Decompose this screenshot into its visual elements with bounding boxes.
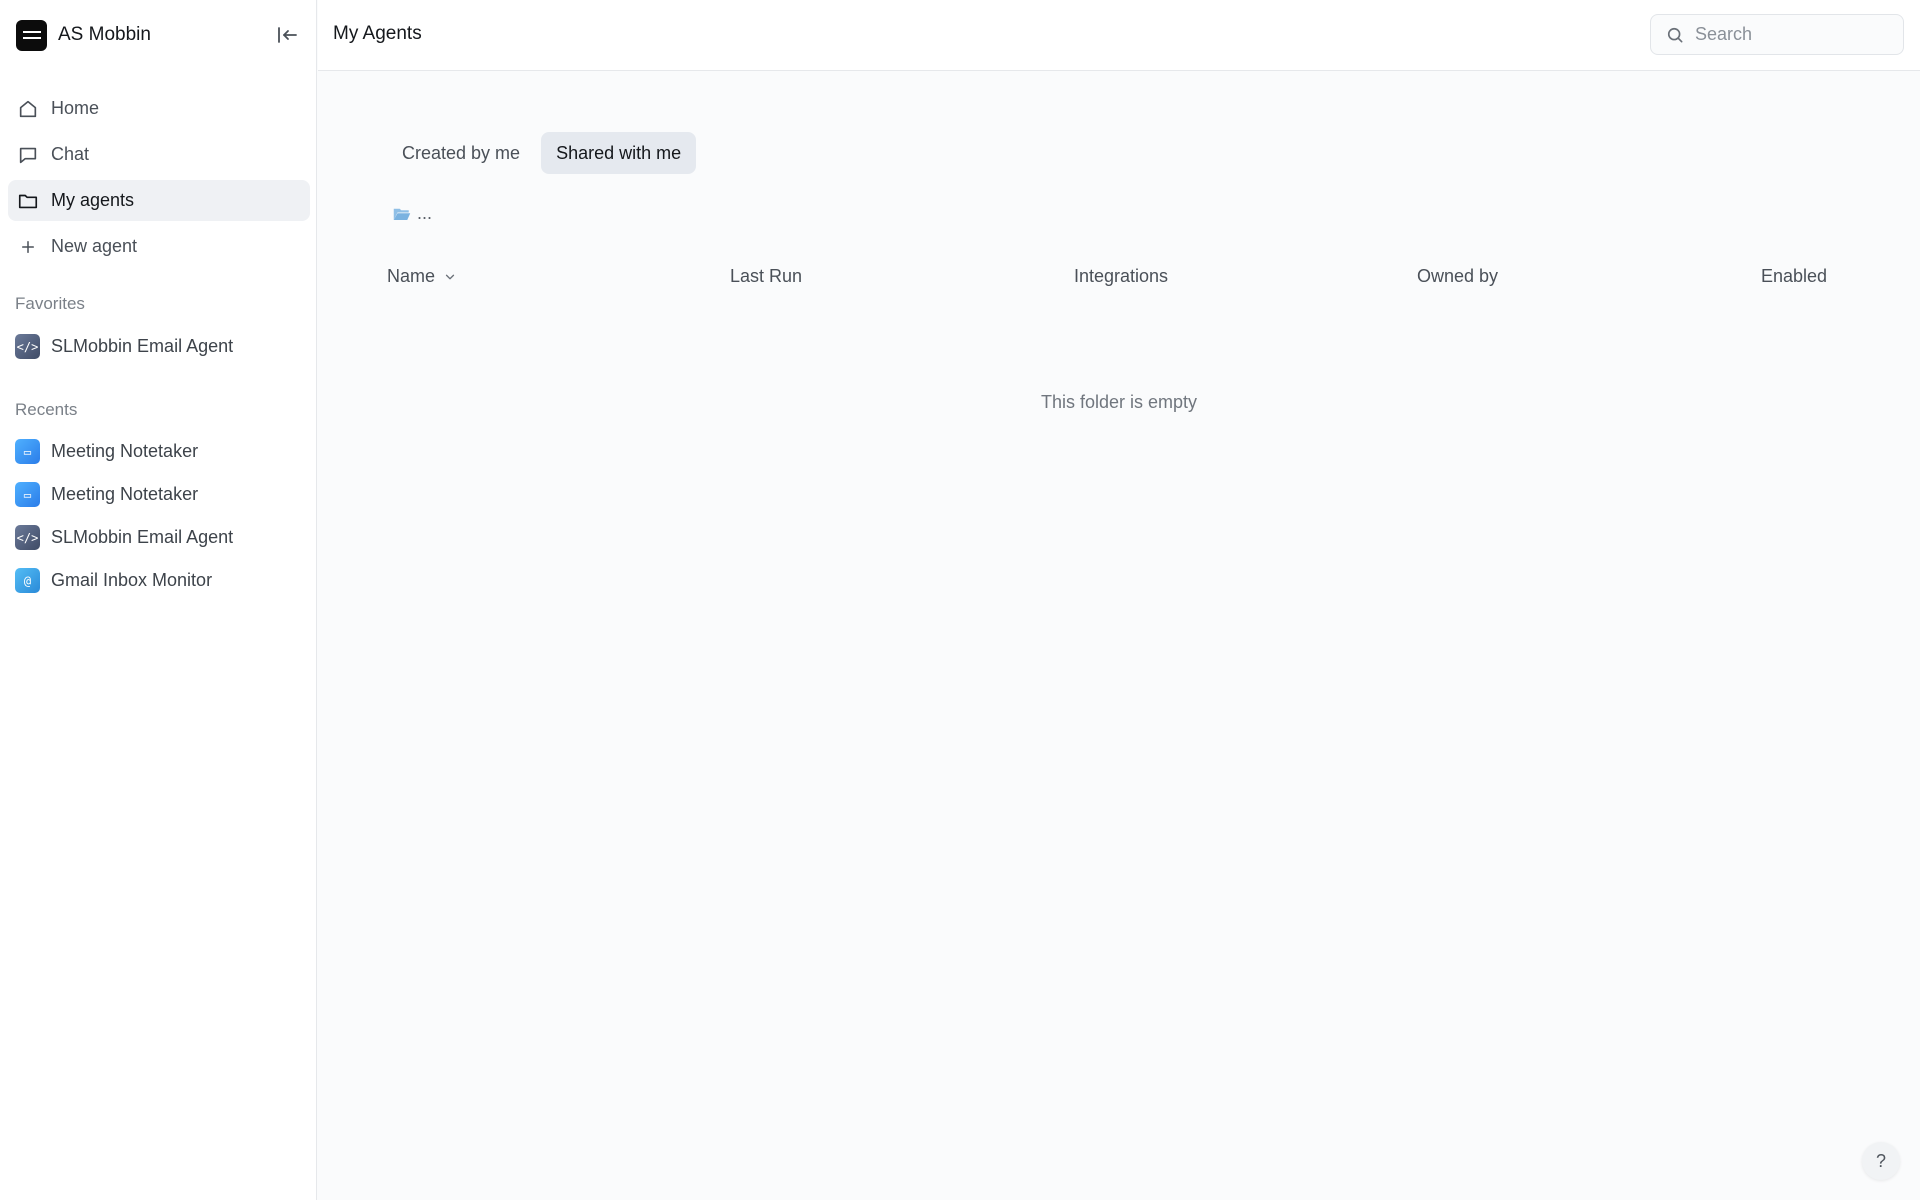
nav-item-label: Chat bbox=[51, 144, 90, 164]
column-header-enabled[interactable]: Enabled bbox=[1761, 266, 1827, 287]
recents-heading: Recents bbox=[15, 400, 78, 419]
agent-filter-tabs: Created by me Shared with me bbox=[387, 132, 697, 174]
breadcrumb-ellipsis: ... bbox=[417, 203, 433, 223]
recent-item-label: Meeting Notetaker bbox=[51, 441, 199, 461]
nav-item-label: My agents bbox=[51, 190, 135, 210]
folder-icon bbox=[16, 189, 40, 213]
recent-item-label: SLMobbin Email Agent bbox=[51, 527, 234, 547]
meeting-icon: ▭ bbox=[15, 439, 40, 464]
search-input[interactable] bbox=[1695, 24, 1895, 45]
column-header-integrations[interactable]: Integrations bbox=[1074, 266, 1168, 287]
search-icon bbox=[1667, 27, 1683, 43]
collapse-sidebar-button[interactable] bbox=[272, 20, 302, 50]
search-box[interactable] bbox=[1650, 14, 1904, 55]
workspace-name: AS Mobbin bbox=[58, 24, 151, 45]
favorites-heading: Favorites bbox=[15, 294, 85, 313]
nav-item-chat[interactable]: Chat bbox=[8, 134, 310, 175]
recent-item-label: Meeting Notetaker bbox=[51, 484, 199, 504]
nav-item-label: New agent bbox=[51, 236, 138, 256]
tab-shared-with-me[interactable]: Shared with me bbox=[541, 132, 697, 174]
favorite-item[interactable]: </> SLMobbin Email Agent bbox=[8, 325, 310, 368]
favorites-list: </> SLMobbin Email Agent bbox=[8, 325, 310, 368]
recent-item-label: Gmail Inbox Monitor bbox=[51, 570, 213, 590]
recents-list: ▭ Meeting Notetaker ▭ Meeting Notetaker … bbox=[8, 430, 310, 602]
nav-item-label: Home bbox=[51, 98, 100, 118]
breadcrumb[interactable]: ... bbox=[393, 203, 432, 224]
code-icon: </> bbox=[15, 334, 40, 359]
collapse-left-icon bbox=[278, 27, 297, 43]
column-header-last-run[interactable]: Last Run bbox=[730, 266, 802, 287]
home-icon bbox=[16, 97, 40, 121]
plus-icon bbox=[16, 235, 40, 259]
recent-item[interactable]: ▭ Meeting Notetaker bbox=[8, 430, 310, 473]
favorite-item-label: SLMobbin Email Agent bbox=[51, 336, 234, 356]
chevron-down-icon bbox=[445, 274, 455, 279]
nav-item-my-agents[interactable]: My agents bbox=[8, 180, 310, 221]
meeting-icon: ▭ bbox=[15, 482, 40, 507]
empty-state-message: This folder is empty bbox=[1040, 392, 1198, 412]
workspace-switcher[interactable]: AS Mobbin bbox=[16, 19, 151, 51]
main-nav: Home Chat My agents New agent bbox=[8, 88, 310, 272]
tab-created-by-me[interactable]: Created by me bbox=[387, 132, 535, 174]
recent-item[interactable]: </> SLMobbin Email Agent bbox=[8, 516, 310, 559]
at-sign-icon: @ bbox=[15, 568, 40, 593]
help-button[interactable]: ? bbox=[1862, 1142, 1900, 1180]
recent-item[interactable]: @ Gmail Inbox Monitor bbox=[8, 559, 310, 602]
top-bar: My Agents bbox=[318, 0, 1920, 71]
nav-item-new-agent[interactable]: New agent bbox=[8, 226, 310, 267]
recent-item[interactable]: ▭ Meeting Notetaker bbox=[8, 473, 310, 516]
column-header-label: Name bbox=[387, 266, 436, 286]
column-header-name[interactable]: Name bbox=[387, 266, 457, 287]
workspace-logo bbox=[16, 19, 47, 51]
chat-bubble-icon bbox=[16, 143, 40, 167]
nav-item-home[interactable]: Home bbox=[8, 88, 310, 129]
code-icon: </> bbox=[15, 525, 40, 550]
page-title: My Agents bbox=[333, 23, 422, 44]
column-header-owned-by[interactable]: Owned by bbox=[1417, 266, 1498, 287]
open-folder-icon bbox=[393, 208, 411, 220]
sidebar: AS Mobbin Home Chat My agents New agent … bbox=[0, 0, 317, 1200]
